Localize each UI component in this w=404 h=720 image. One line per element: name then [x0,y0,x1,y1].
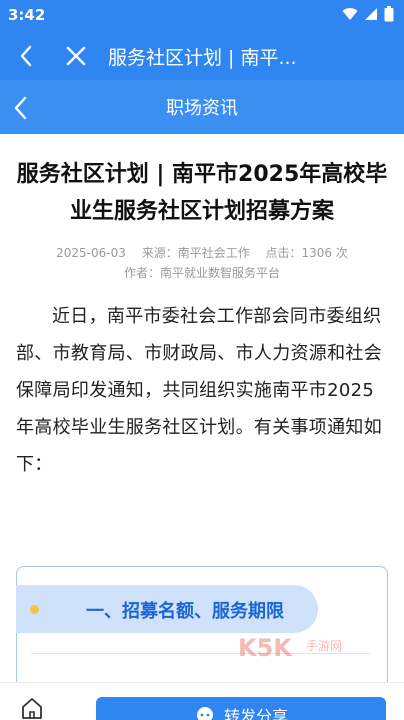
article-date: 2025-06-03 [56,246,126,260]
article-meta: 2025-06-03 来源：南平社会工作 点击：1306 次 [0,244,404,261]
section-heading: 一、招募名额、服务期限 [86,601,284,622]
share-button-content: 转发分享 [196,703,288,720]
section-card: 一、招募名额、服务期限 [16,566,388,682]
article-paragraph: 近日，南平市委社会工作部会同市委组织部、市教育局、市财政局、市人力资源和社会保障… [16,306,382,475]
webview-title: 服务社区计划 | 南平... [108,47,297,69]
wifi-icon [342,8,358,20]
home-icon[interactable] [20,697,44,719]
section-heading-pill: 一、招募名额、服务期限 [16,585,318,633]
svg-text:手游网: 手游网 [306,639,342,653]
share-label: 转发分享 [224,707,289,720]
bottom-bar: 转发分享 [0,682,404,720]
share-button[interactable]: 转发分享 [96,697,386,720]
bullet-dot-icon [30,605,39,614]
article-content[interactable]: 服务社区计划 | 南平市2025年高校毕业生服务社区计划招募方案 2025-06… [0,134,404,682]
article-source: 来源：南平社会工作 [141,246,250,260]
cellular-signal-icon [365,8,377,20]
status-icons [342,6,394,22]
app-bar: 服务社区计划 | 南平... [0,32,404,80]
article-views: 点击：1306 次 [265,246,348,260]
share-icon [197,707,213,720]
article-headline: 服务社区计划 | 南平市2025年高校毕业生服务社区计划招募方案 [16,162,388,224]
battery-icon [384,6,394,22]
status-time: 3:42 [8,6,46,24]
article-author: 作者：南平就业数智服务平台 [123,266,280,280]
page-header: 职场资讯 [0,80,404,134]
page-title: 职场资讯 [166,98,238,119]
watermark-logo: K5K 手游网 [238,634,342,662]
close-icon[interactable] [62,42,90,70]
back-arrow-icon[interactable] [14,42,38,70]
svg-text:K5K: K5K [238,634,293,662]
status-bar: 3:42 [0,0,404,32]
